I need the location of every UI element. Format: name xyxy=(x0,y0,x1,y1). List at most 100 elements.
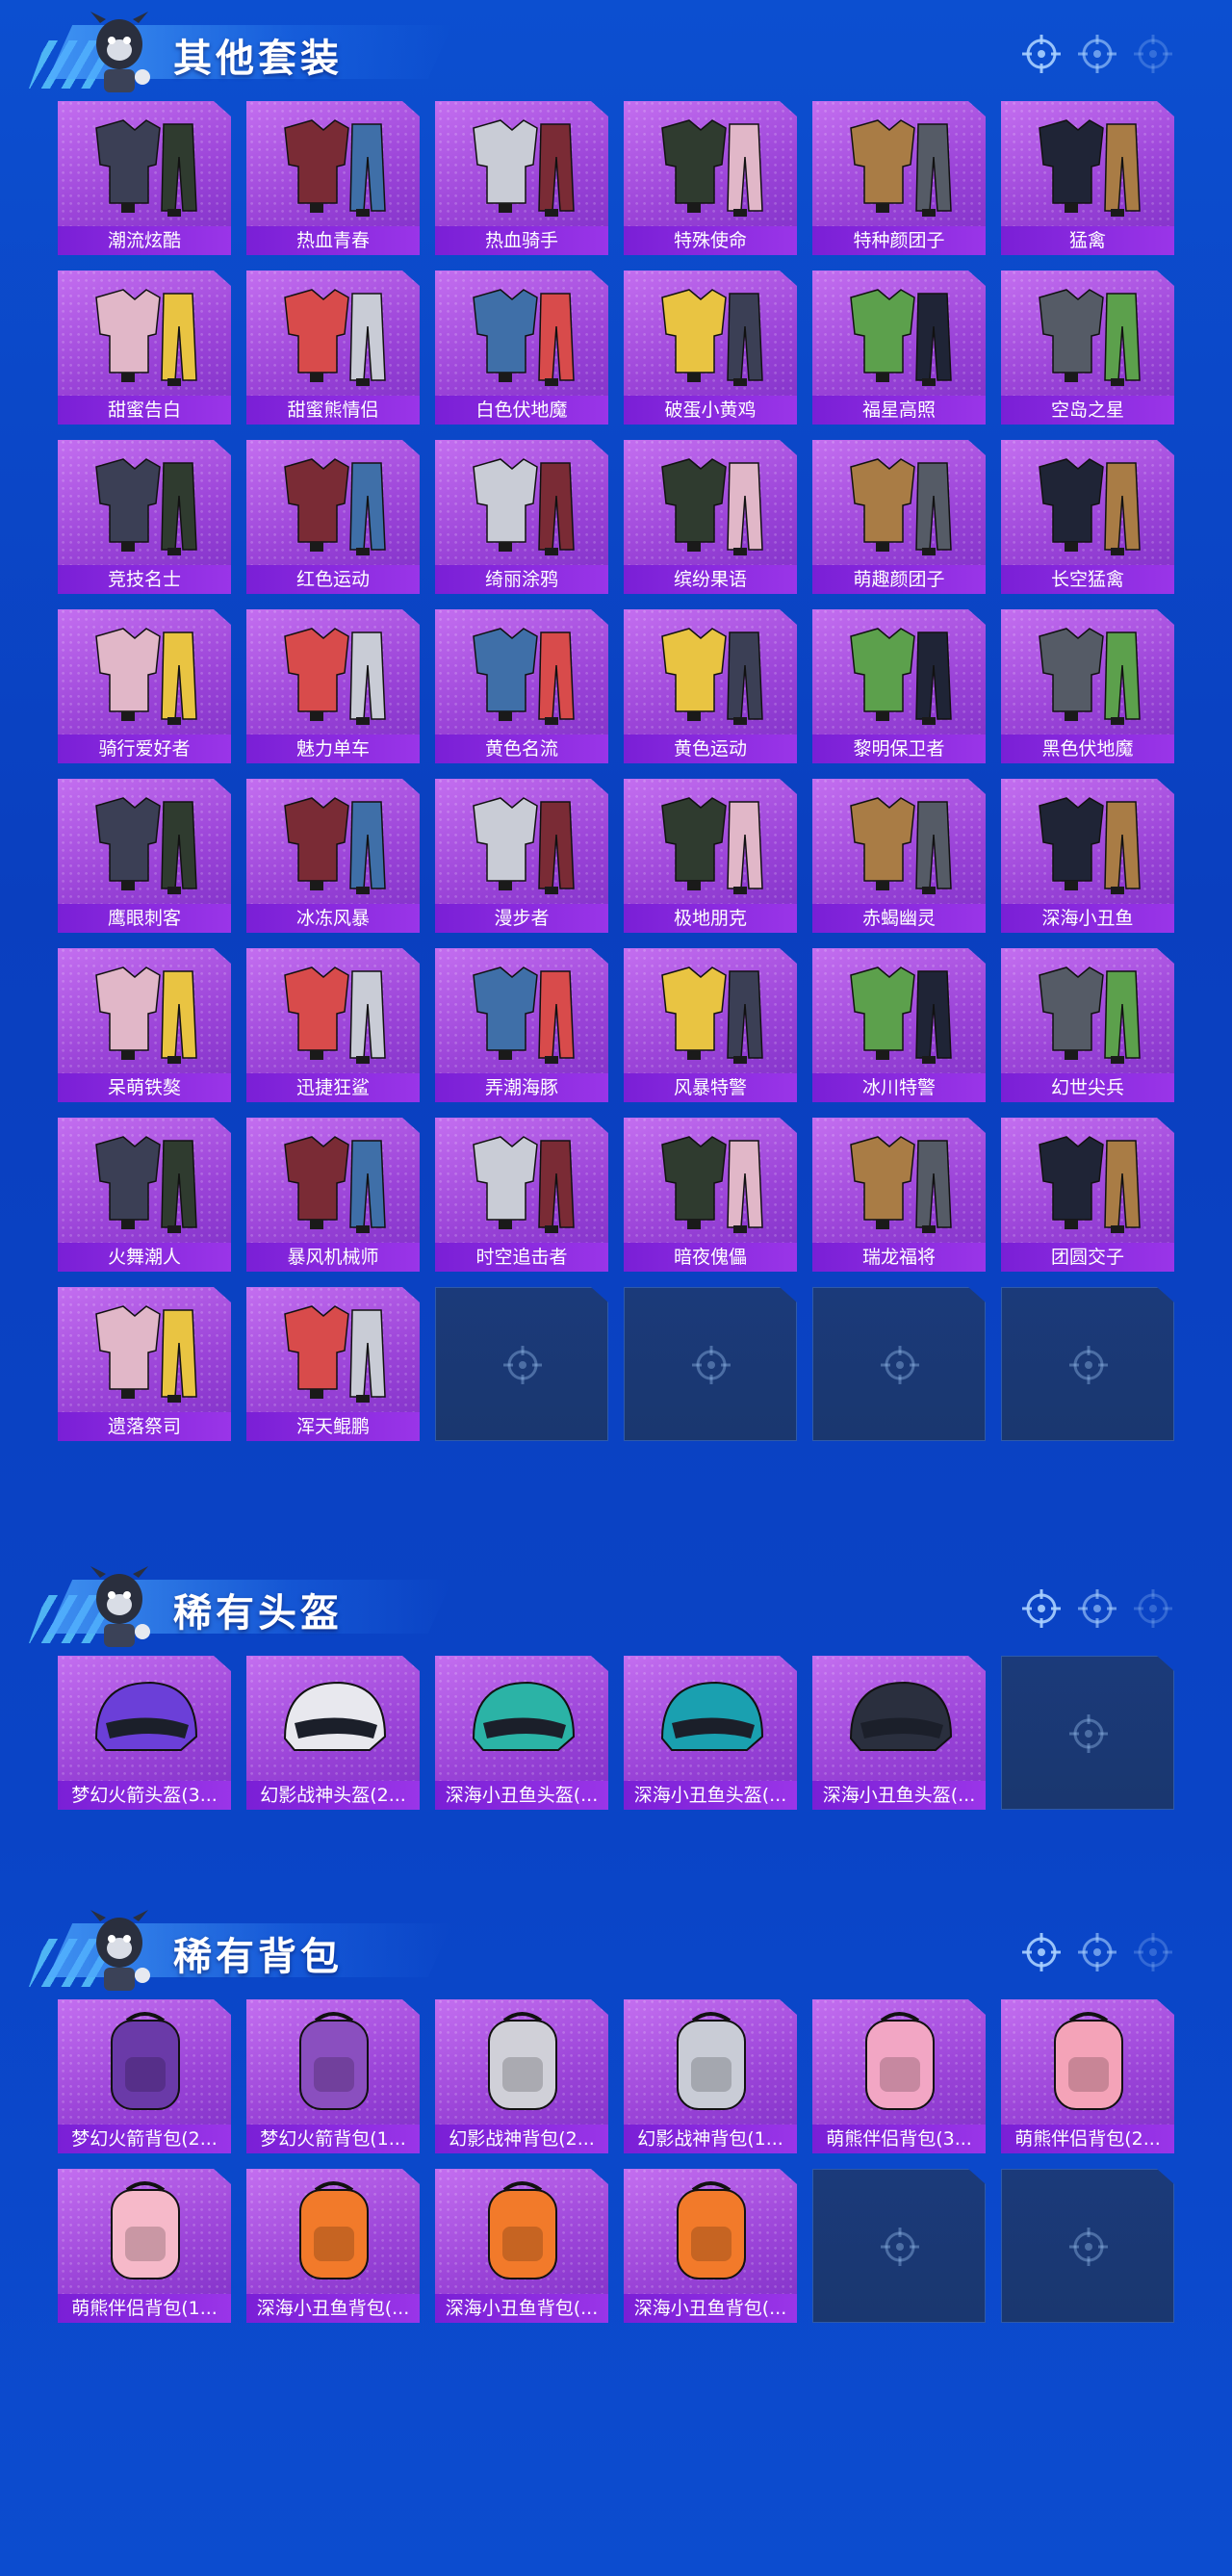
item-card[interactable]: 冰冻风暴 xyxy=(246,779,420,933)
item-card[interactable]: 黎明保卫者 xyxy=(812,609,986,763)
item-card[interactable]: 深海小丑鱼头盔(... xyxy=(812,1656,986,1810)
item-card[interactable]: 风暴特警 xyxy=(624,948,797,1102)
item-label: 萌熊伴侣背包(3... xyxy=(812,2125,986,2153)
item-label: 梦幻火箭背包(2... xyxy=(58,2125,231,2153)
item-card[interactable]: 甜蜜告白 xyxy=(58,270,231,425)
item-card[interactable]: 绮丽涂鸦 xyxy=(435,440,608,594)
item-card[interactable]: 深海小丑鱼背包(... xyxy=(246,2169,420,2323)
item-card[interactable]: 深海小丑鱼头盔(... xyxy=(624,1656,797,1810)
item-image xyxy=(67,1123,221,1237)
item-label: 黄色运动 xyxy=(624,734,797,763)
item-label: 福星高照 xyxy=(812,396,986,425)
item-card[interactable]: 热血骑手 xyxy=(435,101,608,255)
item-card[interactable]: 猛禽 xyxy=(1001,101,1174,255)
item-card[interactable]: 暴风机械师 xyxy=(246,1118,420,1272)
section-markers xyxy=(1020,1931,1174,1973)
item-card[interactable]: 魅力单车 xyxy=(246,609,420,763)
crosshair-icon xyxy=(1076,1587,1118,1630)
item-image xyxy=(67,1662,221,1775)
section-markers xyxy=(1020,1587,1174,1630)
crosshair-emblem-icon xyxy=(1067,1713,1110,1755)
item-label: 幻影战神背包(1... xyxy=(624,2125,797,2153)
item-card[interactable]: 潮流炫酷 xyxy=(58,101,231,255)
item-label: 浑天鲲鹏 xyxy=(246,1412,420,1441)
item-image xyxy=(445,1123,599,1237)
item-label: 幻世尖兵 xyxy=(1001,1073,1174,1102)
empty-slot xyxy=(812,2169,986,2323)
empty-slot xyxy=(624,1287,797,1441)
item-label: 梦幻火箭背包(1... xyxy=(246,2125,420,2153)
item-card[interactable]: 萌熊伴侣背包(3... xyxy=(812,1999,986,2153)
item-image xyxy=(633,615,787,729)
item-card[interactable]: 甜蜜熊情侣 xyxy=(246,270,420,425)
item-image xyxy=(1011,2005,1165,2119)
item-card[interactable]: 热血青春 xyxy=(246,101,420,255)
item-image xyxy=(67,107,221,220)
item-image xyxy=(67,785,221,898)
item-image xyxy=(445,107,599,220)
item-card[interactable]: 黑色伏地魔 xyxy=(1001,609,1174,763)
item-card[interactable]: 弄潮海豚 xyxy=(435,948,608,1102)
item-image xyxy=(633,954,787,1068)
item-card[interactable]: 幻影战神背包(2... xyxy=(435,1999,608,2153)
item-card[interactable]: 萌趣颜团子 xyxy=(812,440,986,594)
item-card[interactable]: 缤纷果语 xyxy=(624,440,797,594)
item-card[interactable]: 深海小丑鱼背包(... xyxy=(624,2169,797,2323)
item-card[interactable]: 骑行爱好者 xyxy=(58,609,231,763)
item-card[interactable]: 特殊使命 xyxy=(624,101,797,255)
section-markers xyxy=(1020,33,1174,75)
item-card[interactable]: 长空猛禽 xyxy=(1001,440,1174,594)
item-card[interactable]: 幻影战神背包(1... xyxy=(624,1999,797,2153)
item-label: 黎明保卫者 xyxy=(812,734,986,763)
item-card[interactable]: 浑天鲲鹏 xyxy=(246,1287,420,1441)
item-image xyxy=(822,954,976,1068)
item-label: 瑞龙福将 xyxy=(812,1243,986,1272)
item-card[interactable]: 深海小丑鱼 xyxy=(1001,779,1174,933)
item-card[interactable]: 冰川特警 xyxy=(812,948,986,1102)
item-card[interactable]: 红色运动 xyxy=(246,440,420,594)
item-card[interactable]: 黄色名流 xyxy=(435,609,608,763)
empty-slot xyxy=(1001,1656,1174,1810)
item-card[interactable]: 幻世尖兵 xyxy=(1001,948,1174,1102)
item-card[interactable]: 梦幻火箭背包(2... xyxy=(58,1999,231,2153)
item-card[interactable]: 鹰眼刺客 xyxy=(58,779,231,933)
item-image xyxy=(445,1662,599,1775)
item-card[interactable]: 空岛之星 xyxy=(1001,270,1174,425)
item-card[interactable]: 呆萌铁獒 xyxy=(58,948,231,1102)
item-card[interactable]: 福星高照 xyxy=(812,270,986,425)
item-card[interactable]: 幻影战神头盔(2... xyxy=(246,1656,420,1810)
item-card[interactable]: 深海小丑鱼头盔(... xyxy=(435,1656,608,1810)
item-card[interactable]: 暗夜傀儡 xyxy=(624,1118,797,1272)
item-card[interactable]: 瑞龙福将 xyxy=(812,1118,986,1272)
item-card[interactable]: 萌熊伴侣背包(2... xyxy=(1001,1999,1174,2153)
item-image xyxy=(1011,785,1165,898)
item-card[interactable]: 时空追击者 xyxy=(435,1118,608,1272)
item-label: 风暴特警 xyxy=(624,1073,797,1102)
item-card[interactable]: 深海小丑鱼背包(... xyxy=(435,2169,608,2323)
item-image xyxy=(633,2175,787,2288)
item-card[interactable]: 火舞潮人 xyxy=(58,1118,231,1272)
item-card[interactable]: 破蛋小黄鸡 xyxy=(624,270,797,425)
item-card[interactable]: 白色伏地魔 xyxy=(435,270,608,425)
item-image xyxy=(256,2005,410,2119)
item-label: 迅捷狂鲨 xyxy=(246,1073,420,1102)
item-card[interactable]: 赤蝎幽灵 xyxy=(812,779,986,933)
item-image xyxy=(633,446,787,559)
item-card[interactable]: 迅捷狂鲨 xyxy=(246,948,420,1102)
item-label: 竞技名士 xyxy=(58,565,231,594)
item-card[interactable]: 特种颜团子 xyxy=(812,101,986,255)
item-card[interactable]: 漫步者 xyxy=(435,779,608,933)
item-card[interactable]: 萌熊伴侣背包(1... xyxy=(58,2169,231,2323)
item-card[interactable]: 梦幻火箭头盔(3... xyxy=(58,1656,231,1810)
item-image xyxy=(1011,1123,1165,1237)
item-image xyxy=(1011,954,1165,1068)
item-card[interactable]: 黄色运动 xyxy=(624,609,797,763)
item-label: 红色运动 xyxy=(246,565,420,594)
item-card[interactable]: 竞技名士 xyxy=(58,440,231,594)
item-card[interactable]: 梦幻火箭背包(1... xyxy=(246,1999,420,2153)
item-label: 冰川特警 xyxy=(812,1073,986,1102)
item-card[interactable]: 团圆交子 xyxy=(1001,1118,1174,1272)
item-label: 萌趣颜团子 xyxy=(812,565,986,594)
item-card[interactable]: 遗落祭司 xyxy=(58,1287,231,1441)
item-card[interactable]: 极地朋克 xyxy=(624,779,797,933)
